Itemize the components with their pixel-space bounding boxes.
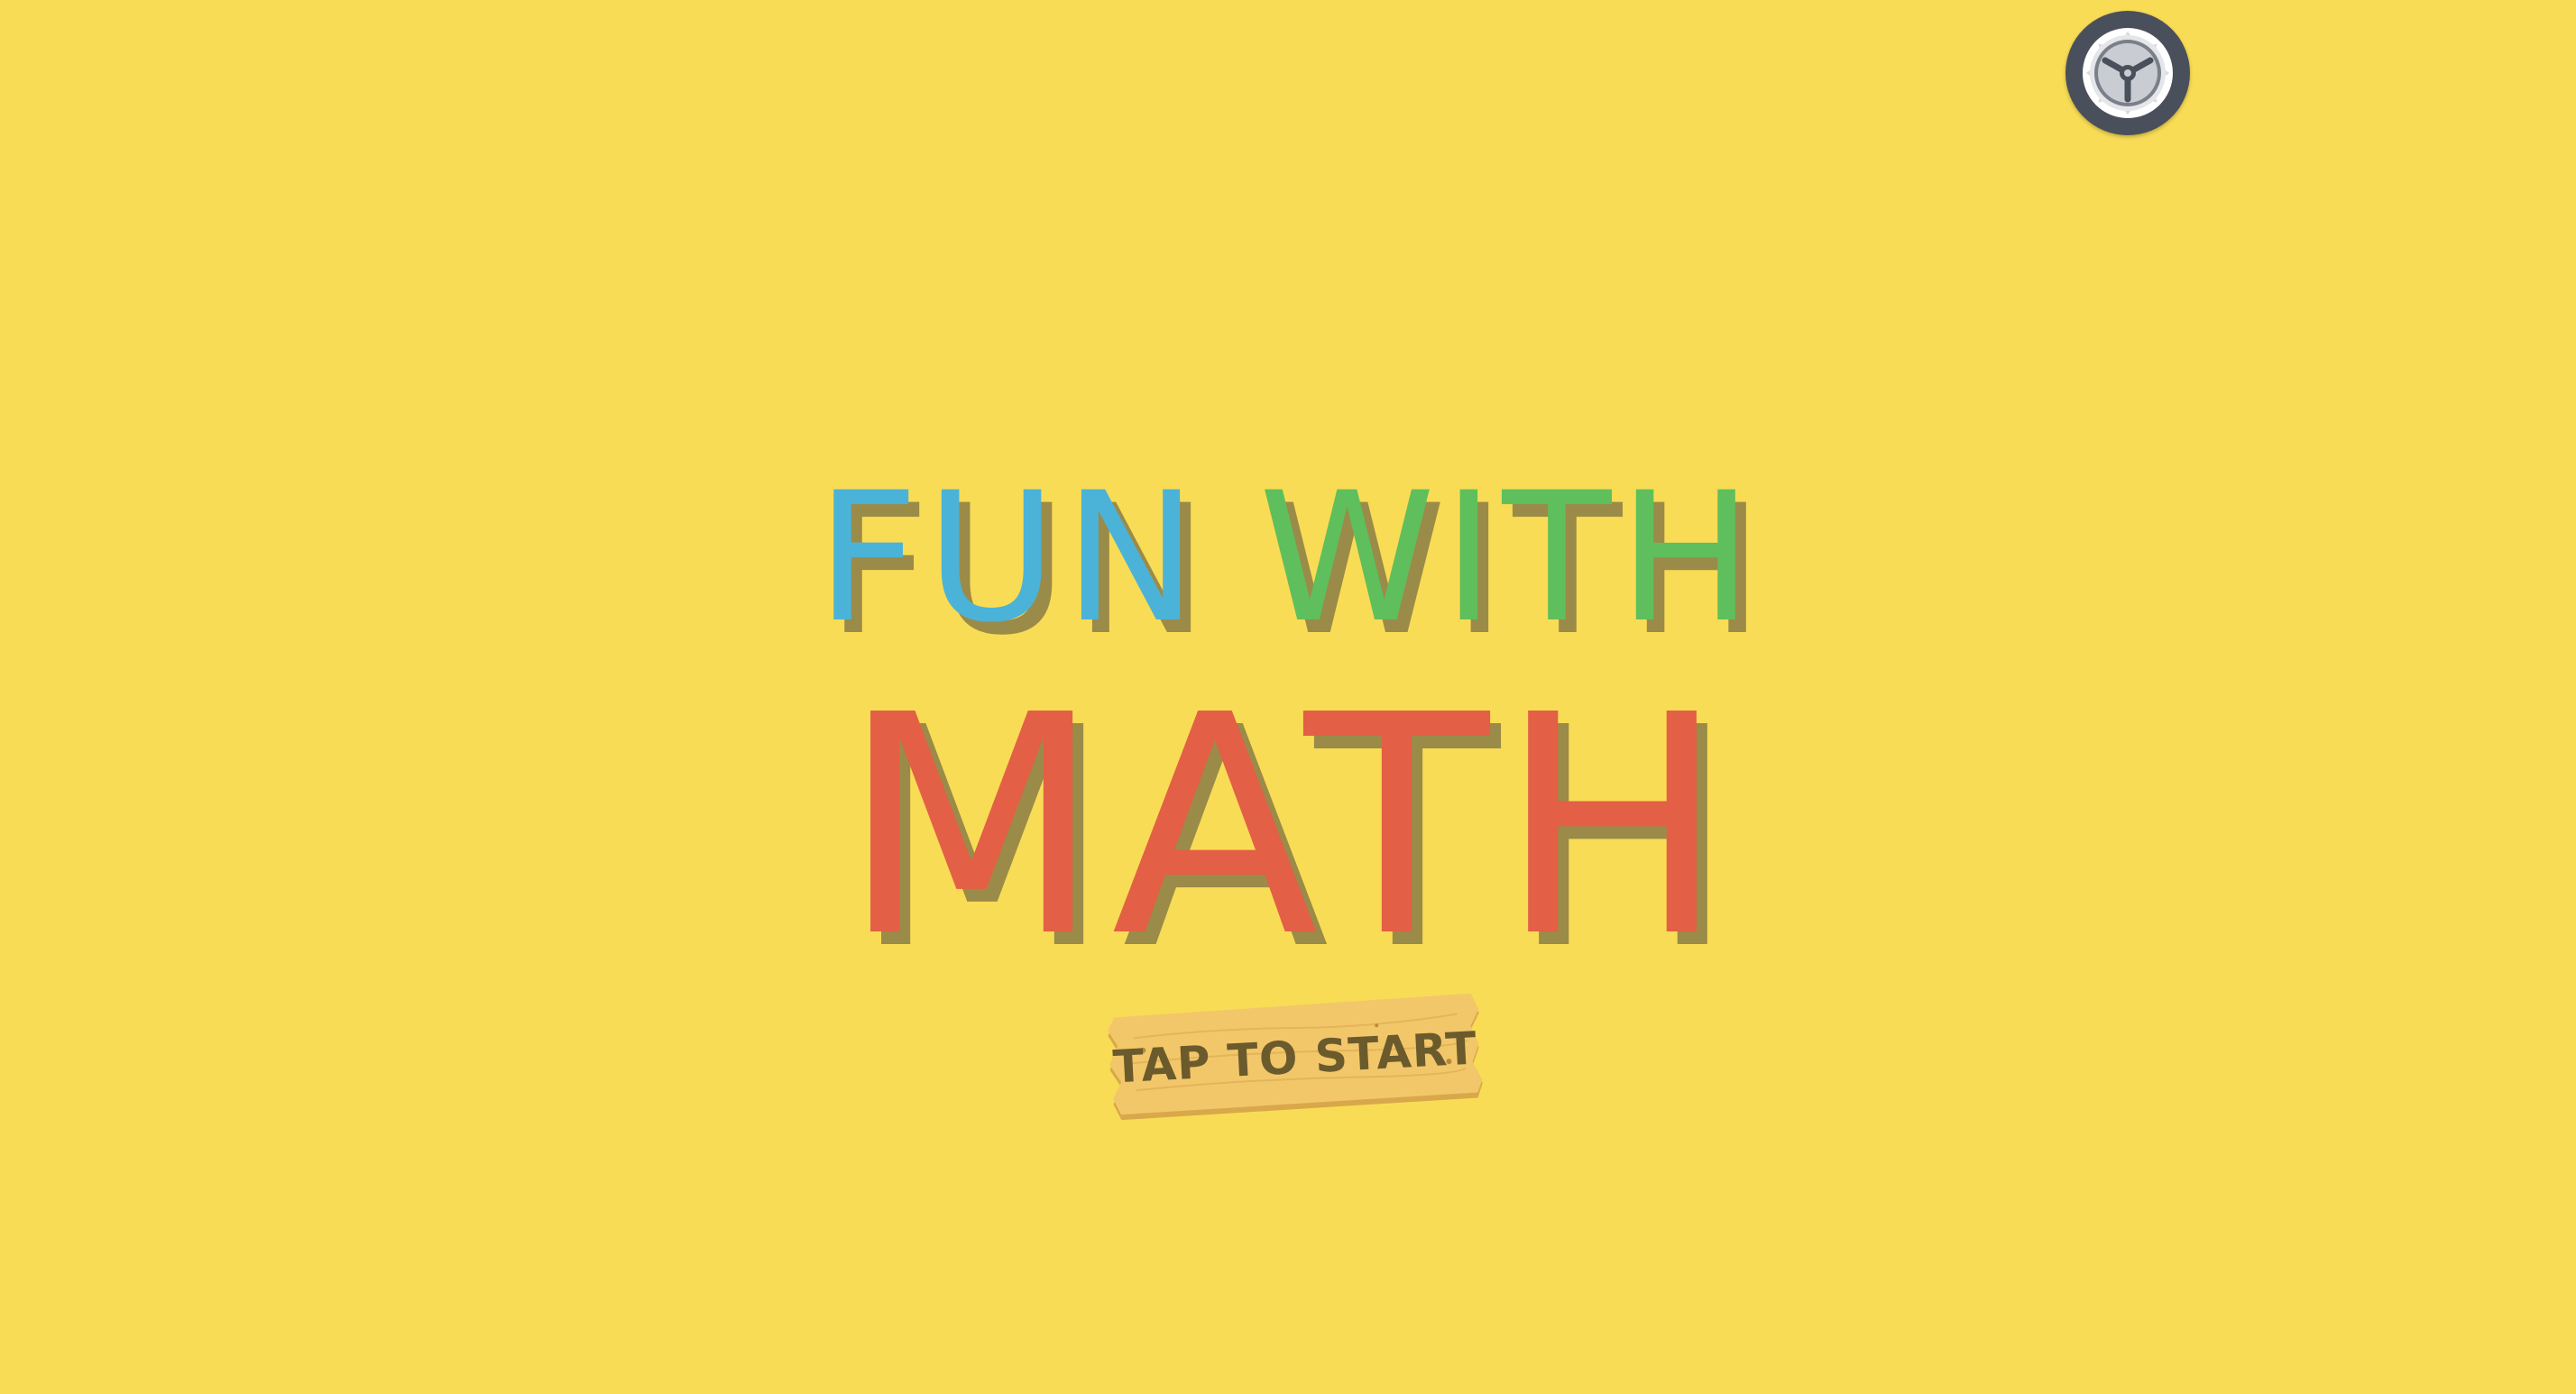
tap-to-start-button[interactable]: TAP TO START — [1105, 993, 1486, 1123]
start-label: TAP TO START — [1111, 1022, 1479, 1094]
game-title-main: MATH — [0, 676, 2576, 979]
title-word-fun: FUN — [815, 454, 1205, 662]
game-title-top: FUN WITH — [0, 469, 2576, 647]
gear-icon — [2075, 21, 2180, 125]
settings-button[interactable] — [2065, 11, 2190, 135]
title-word-with: WITH — [1258, 454, 1761, 662]
title-word-math: MATH — [841, 651, 1735, 1004]
